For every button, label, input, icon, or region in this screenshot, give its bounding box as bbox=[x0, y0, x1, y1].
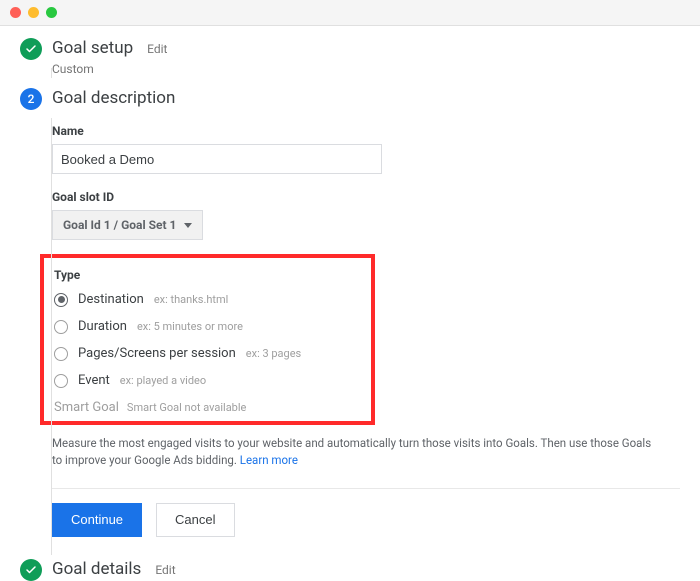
continue-button[interactable]: Continue bbox=[52, 503, 142, 537]
type-option-example: ex: thanks.html bbox=[154, 293, 229, 306]
learn-more-link[interactable]: Learn more bbox=[240, 453, 298, 467]
type-option-example: ex: played a video bbox=[120, 374, 206, 387]
window-titlebar bbox=[0, 0, 700, 26]
step-details-title: Goal details bbox=[52, 559, 141, 579]
type-option-destination[interactable]: Destination ex: thanks.html bbox=[54, 292, 361, 307]
radio-icon bbox=[54, 293, 68, 307]
type-label: Type bbox=[54, 268, 361, 282]
type-option-label: Duration bbox=[78, 319, 127, 334]
section-divider bbox=[52, 488, 680, 489]
smart-goal-description: Measure the most engaged visits to your … bbox=[52, 435, 652, 470]
radio-icon bbox=[54, 347, 68, 361]
goal-wizard: Goal setup Edit Custom 2 Goal descriptio… bbox=[0, 26, 700, 581]
goal-type-section: Type Destination ex: thanks.html Duratio… bbox=[40, 254, 375, 425]
step-goal-details: Goal details Edit bbox=[20, 559, 680, 581]
type-option-duration[interactable]: Duration ex: 5 minutes or more bbox=[54, 319, 361, 334]
type-option-example: ex: 3 pages bbox=[246, 347, 301, 360]
radio-icon bbox=[54, 374, 68, 388]
step-connector bbox=[51, 118, 52, 555]
window-minimize-dot[interactable] bbox=[28, 7, 39, 18]
window-close-dot[interactable] bbox=[10, 7, 21, 18]
step-setup-subtitle: Custom bbox=[52, 62, 680, 76]
step-connector bbox=[51, 68, 52, 78]
goal-slot-dropdown[interactable]: Goal Id 1 / Goal Set 1 bbox=[52, 210, 203, 240]
goal-slot-value: Goal Id 1 / Goal Set 1 bbox=[63, 218, 176, 232]
type-option-pages[interactable]: Pages/Screens per session ex: 3 pages bbox=[54, 346, 361, 361]
type-option-example: ex: 5 minutes or more bbox=[137, 320, 243, 333]
smart-goal-desc-text: Measure the most engaged visits to your … bbox=[52, 436, 651, 467]
name-label: Name bbox=[52, 124, 680, 138]
smart-goal-label: Smart Goal bbox=[54, 400, 119, 415]
step-number-icon: 2 bbox=[20, 88, 42, 110]
cancel-button[interactable]: Cancel bbox=[156, 503, 234, 537]
goal-name-input[interactable] bbox=[52, 144, 382, 174]
slot-label: Goal slot ID bbox=[52, 190, 680, 204]
radio-icon bbox=[54, 320, 68, 334]
type-option-event[interactable]: Event ex: played a video bbox=[54, 373, 361, 388]
type-option-label: Event bbox=[78, 373, 110, 388]
step-setup-title: Goal setup bbox=[52, 38, 133, 58]
window-zoom-dot[interactable] bbox=[46, 7, 57, 18]
checkmark-icon bbox=[20, 559, 42, 581]
chevron-down-icon bbox=[184, 223, 192, 228]
action-buttons: Continue Cancel bbox=[52, 503, 680, 537]
step-details-edit[interactable]: Edit bbox=[155, 563, 175, 577]
smart-goal-status: Smart Goal not available bbox=[127, 401, 246, 414]
type-option-label: Destination bbox=[78, 292, 144, 307]
step-description-title: Goal description bbox=[52, 88, 175, 108]
smart-goal-row: Smart Goal Smart Goal not available bbox=[54, 400, 361, 415]
type-option-label: Pages/Screens per session bbox=[78, 346, 236, 361]
step-goal-setup: Goal setup Edit Custom bbox=[20, 38, 680, 76]
checkmark-icon bbox=[20, 38, 42, 60]
step-setup-edit[interactable]: Edit bbox=[147, 42, 167, 56]
step-goal-description: 2 Goal description Name Goal slot ID Goa… bbox=[20, 88, 680, 553]
